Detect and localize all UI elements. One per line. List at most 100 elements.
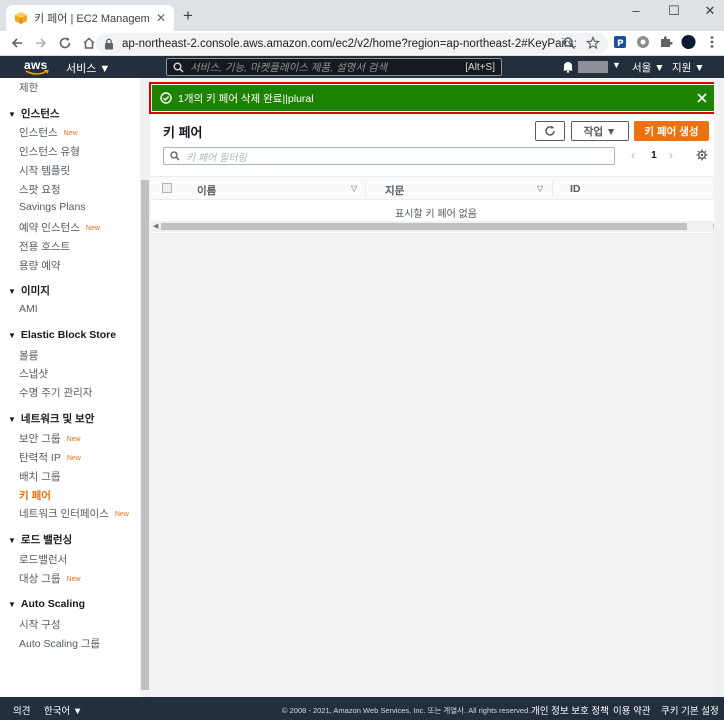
terms-link[interactable]: 이용 약관 [613, 703, 651, 717]
sidebar-item-security-groups[interactable]: 보안 그룹 New [19, 431, 81, 446]
extension-p-icon[interactable]: P [612, 34, 627, 49]
select-all-checkbox[interactable] [162, 183, 172, 193]
extension-chrome-icon[interactable] [635, 34, 650, 49]
services-menu[interactable]: 서비스 ▼ [66, 60, 110, 76]
sidebar-item-dedicated-hosts[interactable]: 전용 호스트 [19, 239, 70, 254]
column-divider [365, 181, 366, 197]
sidebar-item-ami[interactable]: AMI [19, 303, 38, 315]
key-pair-filter-input[interactable]: 키 페어 필터링 [163, 147, 615, 165]
sidebar-item-network-interfaces[interactable]: 네트워크 인터페이스 New [19, 506, 129, 521]
new-badge: New [85, 225, 100, 232]
browser-menu-icon[interactable] [704, 34, 719, 49]
zoom-icon[interactable] [562, 36, 576, 50]
cookie-preferences-link[interactable]: 쿠키 기본 설정 [661, 703, 719, 717]
sidebar-section-instances[interactable]: ▼ 인스턴스 [8, 106, 60, 121]
sidebar-item-capacity-reservations[interactable]: 용량 예약 [19, 258, 61, 273]
column-header-fingerprint[interactable]: 지문 [385, 183, 404, 198]
sidebar-item-key-pairs[interactable]: 키 페어 [19, 488, 51, 503]
new-badge: New [66, 455, 81, 462]
sidebar-item-lifecycle-manager[interactable]: 수명 주기 관리자 [19, 385, 92, 400]
caret-down-icon: ▼ [8, 600, 16, 609]
ec2-sidebar: 제한 ▼ 인스턴스 인스턴스 New 인스턴스 유형 시작 템플릿 스팟 요청 Sa… [0, 78, 150, 697]
sidebar-item-snapshots[interactable]: 스냅샷 [19, 366, 48, 381]
sidebar-item-limits[interactable]: 제한 [19, 80, 38, 95]
refresh-button[interactable] [535, 121, 565, 141]
arrow-right-icon [36, 38, 47, 48]
aws-logo[interactable]: aws [22, 58, 52, 76]
account-menu-caret[interactable]: ▼ [612, 60, 621, 70]
extensions-puzzle-icon[interactable] [658, 34, 673, 49]
sidebar-item-instance-types[interactable]: 인스턴스 유형 [19, 144, 80, 159]
browser-tabstrip: 키 페어 | EC2 Management Con ✕ + – ☐ ✕ [0, 0, 724, 31]
sidebar-item-savings-plans[interactable]: Savings Plans [19, 201, 86, 213]
tab-close-icon[interactable]: ✕ [154, 11, 168, 25]
sidebar-item-placement-groups[interactable]: 배치 그룹 [19, 469, 61, 484]
caret-down-icon: ▼ [8, 287, 16, 296]
aws-top-nav: aws 서비스 ▼ 서비스, 기능, 마켓플레이스 제품, 설명서 검색 [Al… [0, 56, 724, 78]
sidebar-scroll-thumb[interactable] [141, 180, 149, 690]
column-header-id[interactable]: ID [570, 183, 581, 195]
caret-down-icon: ▼ [8, 415, 16, 424]
profile-avatar[interactable] [681, 34, 696, 49]
bookmark-star-icon[interactable] [586, 36, 600, 50]
sidebar-section-images[interactable]: ▼ 이미지 [8, 283, 50, 298]
arrow-left-icon [11, 38, 22, 48]
minimize-button[interactable]: – [628, 4, 644, 18]
sidebar-section-network-security[interactable]: ▼ 네트워크 및 보안 [8, 411, 94, 426]
page-title: 키 페어 [163, 125, 203, 140]
browser-tab[interactable]: 키 페어 | EC2 Management Con ✕ [6, 5, 174, 31]
reload-button[interactable] [54, 32, 76, 54]
gear-icon[interactable] [696, 149, 708, 161]
sidebar-item-elastic-ips[interactable]: 탄력적 IP New [19, 450, 81, 465]
address-bar[interactable]: ap-northeast-2.console.aws.amazon.com/ec… [96, 33, 608, 54]
create-key-pair-button[interactable]: 키 페어 생성 [634, 121, 709, 141]
empty-table-message: 표시할 키 페어 없음 [395, 209, 477, 220]
sidebar-item-launch-templates[interactable]: 시작 템플릿 [19, 163, 70, 178]
column-header-name[interactable]: 이름 [197, 183, 216, 198]
aws-smile-icon [25, 70, 49, 75]
search-icon [170, 151, 180, 161]
sidebar-item-auto-scaling-groups[interactable]: Auto Scaling 그룹 [19, 636, 100, 651]
sidebar-item-spot-requests[interactable]: 스팟 요청 [19, 182, 61, 197]
current-page-number[interactable]: 1 [651, 149, 657, 161]
region-selector[interactable]: 서울 ▼ [632, 60, 665, 75]
sidebar-item-volumes[interactable]: 볼륨 [19, 348, 38, 363]
new-badge: New [66, 436, 81, 443]
console-footer: 의견 한국어 ▼ © 2008 - 2021, Amazon Web Servi… [0, 697, 724, 720]
sidebar-item-reserved-instances[interactable]: 예약 인스턴스 New [19, 220, 100, 235]
bell-icon[interactable] [562, 60, 574, 73]
caret-down-icon: ▼ [8, 331, 16, 340]
sidebar-item-load-balancers[interactable]: 로드밸런서 [19, 552, 67, 567]
aws-search-bar[interactable]: 서비스, 기능, 마켓플레이스 제품, 설명서 검색 [Alt+S] [166, 58, 502, 76]
maximize-button[interactable]: ☐ [666, 4, 682, 18]
forward-button[interactable] [30, 32, 52, 54]
tab-title: 키 페어 | EC2 Management Con [34, 13, 150, 25]
sort-caret-icon[interactable]: ▽ [351, 184, 357, 193]
sidebar-item-instances[interactable]: 인스턴스 New [19, 125, 78, 140]
next-page-button[interactable]: › [669, 148, 673, 162]
back-button[interactable] [6, 32, 28, 54]
sidebar-section-load-balancing[interactable]: ▼ 로드 밸런싱 [8, 532, 72, 547]
sidebar-section-auto-scaling[interactable]: ▼ Auto Scaling [8, 598, 85, 610]
account-name-redacted[interactable] [578, 61, 608, 73]
close-window-button[interactable]: ✕ [702, 4, 718, 18]
refresh-icon [545, 125, 555, 136]
language-selector[interactable]: 한국어 ▼ [44, 703, 82, 717]
main-scrollbar[interactable] [714, 78, 724, 697]
scroll-thumb[interactable] [161, 223, 687, 230]
feedback-link[interactable]: 의견 [13, 703, 30, 717]
new-tab-button[interactable]: + [180, 7, 196, 24]
scroll-left-arrow-icon[interactable]: ◀ [153, 222, 158, 230]
support-menu[interactable]: 지원 ▼ [672, 60, 705, 75]
privacy-policy-link[interactable]: 개인 정보 보호 정책 [531, 703, 609, 717]
lock-icon [105, 38, 113, 49]
sidebar-item-target-groups[interactable]: 대상 그룹 New [19, 571, 81, 586]
sidebar-section-ebs[interactable]: ▼ Elastic Block Store [8, 329, 116, 341]
table-header: 이름 ▽ 지문 ▽ ID [151, 176, 721, 200]
sidebar-item-launch-configurations[interactable]: 시작 구성 [19, 617, 61, 632]
previous-page-button[interactable]: ‹ [631, 148, 635, 162]
actions-dropdown[interactable]: 작업 ▼ [571, 121, 629, 141]
table-horizontal-scrollbar[interactable]: ◀ ▶ [151, 221, 721, 232]
sort-caret-icon[interactable]: ▽ [537, 184, 543, 193]
close-icon[interactable] [697, 93, 707, 103]
